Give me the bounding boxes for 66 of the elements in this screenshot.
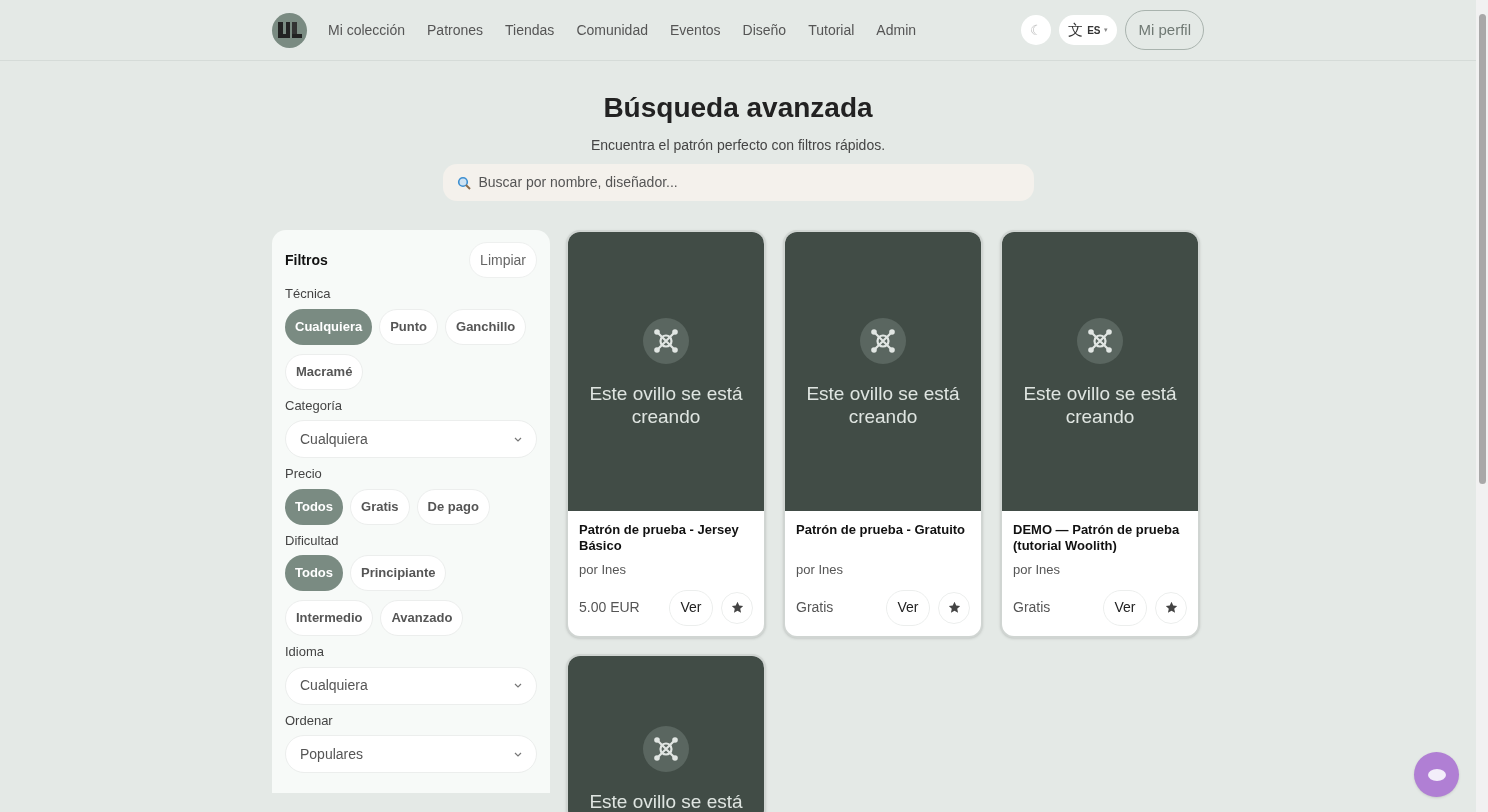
card-title: Patrón de prueba - Gratuito [796, 522, 966, 539]
select-field[interactable]: Populares [285, 735, 537, 773]
nav-link[interactable]: Admin [865, 19, 928, 41]
nav-link[interactable]: Mi colección [317, 19, 417, 41]
star-icon [730, 601, 744, 614]
placeholder-text: Este ovillo se está creando [805, 382, 961, 428]
select-field[interactable]: Cualquiera [285, 420, 537, 458]
filter-title: Filtros [285, 250, 328, 270]
clear-button[interactable]: Limpiar [469, 242, 537, 278]
filter-chip[interactable]: Avanzado [380, 600, 464, 636]
nav-link[interactable]: Comunidad [565, 19, 659, 41]
filter-chip[interactable]: De pago [416, 488, 490, 525]
filter-chip[interactable]: Punto [379, 308, 438, 345]
yarn-icon [860, 318, 906, 364]
filter-chip[interactable]: Intermedio [285, 600, 374, 636]
filter-chip[interactable]: Principiante [350, 555, 447, 591]
card-title: Patrón de prueba - Jersey Básico [579, 522, 740, 554]
pattern-card[interactable]: Este ovillo se está creando DEMO — Patrón de prueba (tutorial Woolith) por Ines Gratis Ver [1000, 230, 1200, 638]
filter-chip[interactable]: Macramé [285, 353, 364, 390]
star-icon [1164, 601, 1178, 614]
nav-link[interactable]: Eventos [659, 19, 732, 41]
card-price: Gratis [796, 598, 834, 617]
filter-chip[interactable]: Ganchillo [445, 308, 527, 345]
page-title: Búsqueda avanzada [603, 91, 873, 125]
filter-label: Idioma [285, 643, 326, 661]
bubble-icon [1426, 767, 1447, 782]
yarn-icon [643, 318, 689, 364]
yarn-icon [643, 725, 689, 772]
placeholder-text: Este ovillo se está creando [1022, 382, 1178, 428]
pattern-card[interactable]: Este ovillo se está creando Patrón de prueba - Jersey Básico por Ines 5.00 EUR Ver [566, 230, 766, 638]
nav-link[interactable]: Patrones [416, 19, 495, 41]
select-field[interactable]: Cualquiera [285, 666, 537, 705]
yarn-icon [1077, 318, 1123, 364]
card-author: por Ines [796, 561, 844, 579]
filter-label: Categoría [285, 396, 344, 415]
search-field[interactable]: Buscar por nombre, diseñador... [442, 164, 1034, 201]
card-author: por Ines [1013, 561, 1061, 579]
card-price: 5.00 EUR [579, 598, 640, 617]
chat-button[interactable] [1414, 752, 1459, 797]
logo-icon[interactable] [272, 12, 307, 48]
search-input[interactable]: Buscar por nombre, diseñador... [478, 172, 1020, 193]
filter-label: Ordenar [285, 711, 334, 730]
page-subtitle: Encuentra el patrón perfecto con filtros rápidos. [590, 136, 886, 155]
filter-label: Técnica [285, 285, 332, 303]
chevron-down-icon [514, 436, 522, 442]
filter-chip[interactable]: Cualquiera [285, 308, 373, 345]
filter-label: Precio [285, 465, 323, 483]
filter-chip[interactable]: Gratis [350, 488, 410, 525]
star-icon [947, 601, 961, 614]
search-icon [456, 175, 471, 190]
nav-link[interactable]: Diseño [731, 19, 798, 41]
placeholder-text: Este ovillo se está creando [588, 382, 744, 428]
chevron-down-icon [514, 751, 522, 757]
filter-chip[interactable]: Todos [285, 488, 344, 525]
card-price: Gratis [1013, 598, 1051, 617]
nav-link[interactable]: Tiendas [494, 19, 566, 41]
scrollbar[interactable] [1476, 0, 1488, 812]
chevron-down-icon [514, 683, 522, 688]
pattern-card[interactable]: Este ovillo se está [566, 653, 766, 812]
filter-chip[interactable]: Todos [285, 555, 344, 591]
nav-link[interactable]: Tutorial [797, 19, 866, 41]
placeholder-text: Este ovillo se está [588, 789, 744, 812]
pattern-card[interactable]: Este ovillo se está creando Patrón de prueba - Gratuito por Ines Gratis Ver [783, 230, 983, 638]
filter-label: Dificultad [285, 531, 340, 550]
card-author: por Ines [579, 561, 627, 579]
card-title: DEMO — Patrón de prueba (tutorial Woolith) [1013, 522, 1181, 554]
